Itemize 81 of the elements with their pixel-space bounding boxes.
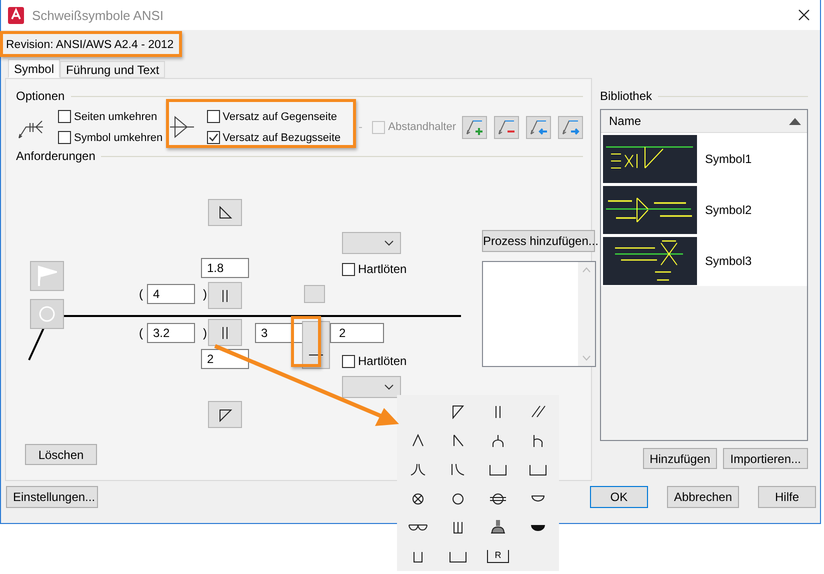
size-field[interactable]: 1.8	[201, 258, 249, 278]
chevron-down-icon	[384, 240, 394, 246]
double-line-icon	[222, 326, 228, 340]
weld-symbol-icon	[529, 464, 547, 476]
parenthesis: )	[203, 286, 207, 303]
depth-field[interactable]: 3.2	[147, 323, 195, 343]
sort-icon	[789, 118, 801, 124]
checkbox[interactable]: Hartlöten	[342, 261, 407, 277]
weld-symbol-icon	[453, 521, 463, 534]
weld-symbol-icon	[530, 405, 546, 418]
weld-symbol-icon	[492, 434, 504, 448]
weld-symbol-option[interactable]: R	[478, 542, 518, 571]
dialog-button[interactable]: Hilfe	[758, 486, 816, 508]
depth-field[interactable]: 4	[147, 284, 195, 304]
flat-line-icon	[309, 354, 323, 356]
clear-button[interactable]: Löschen	[25, 444, 97, 465]
weld-symbol-icon	[533, 434, 543, 448]
tab[interactable]: Führung und Text	[60, 61, 166, 78]
weld-symbol-icon	[412, 434, 424, 447]
triangle-icon	[217, 206, 233, 220]
revision-label: Revision: ANSI/AWS A2.4 - 2012	[6, 38, 174, 50]
weld-symbol-icon	[408, 524, 428, 531]
library-item[interactable]: Symbol3	[601, 235, 807, 286]
weld-symbol-icon	[449, 550, 467, 562]
library-item[interactable]: Symbol1	[601, 133, 807, 184]
add-process-button[interactable]: Prozess hinzufügen...	[482, 230, 595, 252]
process-list[interactable]	[482, 261, 596, 367]
weld-symbol-icon	[410, 463, 426, 476]
length-field[interactable]: 3	[255, 323, 303, 343]
triangle-icon	[217, 408, 233, 422]
checkbox[interactable]: Hartlöten	[342, 353, 407, 369]
weld-symbol-button[interactable]	[208, 199, 242, 226]
section-heading: Optionen	[16, 89, 65, 103]
app-icon	[8, 6, 24, 24]
weld-symbol-button[interactable]	[208, 319, 242, 346]
dialog-button[interactable]: Abbrechen	[666, 486, 739, 508]
chevron-down-icon	[384, 384, 394, 390]
weld-symbol-icon	[452, 404, 464, 418]
checkbox[interactable]: Versatz auf Bezugsseite	[206, 130, 341, 146]
close-icon[interactable]	[798, 9, 810, 21]
weld-symbol-icon	[531, 495, 545, 502]
library-item[interactable]: Symbol2	[601, 184, 807, 235]
leader-icon	[496, 118, 516, 136]
weld-symbol-icon	[489, 492, 507, 504]
checkbox[interactable]: Seiten umkehren	[58, 108, 163, 124]
weld-symbol-icon	[489, 464, 507, 476]
add-leader-button[interactable]	[462, 116, 487, 138]
leader-left-button[interactable]	[526, 116, 551, 138]
double-line-icon	[222, 288, 228, 302]
remove-leader-button[interactable]	[494, 116, 519, 138]
tab[interactable]: Symbol	[8, 59, 60, 78]
section-heading: Anforderungen	[16, 149, 96, 163]
library-button[interactable]: Hinzufügen	[642, 448, 718, 469]
weld-symbol-icon	[495, 404, 501, 418]
weld-symbol-icon	[451, 463, 465, 476]
weld-symbol-icon	[452, 434, 464, 447]
settings-button[interactable]: Einstellungen...	[6, 486, 98, 508]
bracket-icon: R	[487, 550, 509, 563]
checkbox[interactable]: Versatz auf Gegenseite	[206, 108, 341, 124]
leader-icon	[560, 118, 580, 136]
window-title: Schweißsymbole ANSI	[32, 8, 164, 22]
dialog-button[interactable]: OK	[590, 486, 648, 508]
triangle-line-icon	[168, 115, 195, 139]
weld-symbol-button[interactable]	[208, 282, 242, 309]
leader-icon	[528, 118, 548, 136]
flag-icon	[37, 265, 57, 287]
weld-symbol-button[interactable]	[208, 401, 242, 428]
leader-right-button[interactable]	[558, 116, 583, 138]
library-button[interactable]: Importieren...	[723, 448, 808, 469]
section-heading: Bibliothek	[600, 89, 652, 103]
parenthesis: (	[139, 325, 143, 342]
highlight-frame	[291, 316, 321, 367]
weld-symbol-icon	[413, 550, 423, 562]
parenthesis: (	[139, 286, 143, 303]
pitch-field[interactable]: 2	[330, 323, 384, 343]
circle-icon	[39, 306, 55, 322]
checkbox[interactable]: Symbol umkehren	[58, 130, 163, 146]
parenthesis: )	[203, 325, 207, 342]
checkmark-icon	[208, 132, 219, 143]
leader-icon	[464, 118, 484, 136]
weld-leader-icon	[18, 119, 44, 139]
